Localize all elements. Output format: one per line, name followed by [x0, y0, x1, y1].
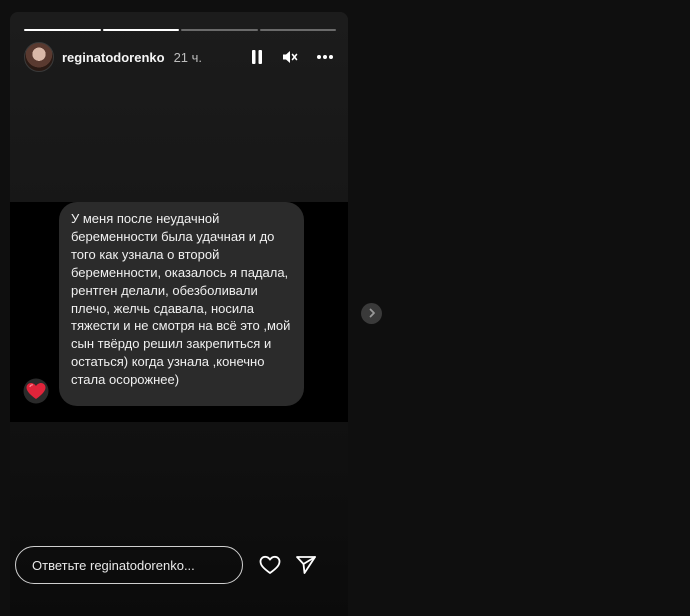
story-panel[interactable]: reginatodorenko 21 ч. У меня после неуда…	[10, 12, 348, 616]
heart-icon	[23, 378, 49, 404]
progress-segment	[102, 29, 179, 31]
header-actions	[250, 49, 334, 65]
reply-actions	[259, 555, 317, 575]
next-story-button[interactable]	[361, 303, 382, 324]
progress-segment	[259, 29, 336, 31]
story-header: reginatodorenko 21 ч.	[24, 42, 336, 72]
chevron-right-icon	[368, 305, 376, 323]
more-icon[interactable]	[316, 54, 334, 60]
story-media-lower	[10, 422, 348, 616]
story-progress-bar	[24, 29, 336, 31]
author-username[interactable]: reginatodorenko	[62, 50, 165, 65]
message-bubble: У меня после неудачной беременности была…	[59, 202, 304, 406]
send-icon[interactable]	[295, 555, 317, 575]
progress-segment	[24, 29, 101, 31]
like-heart-icon[interactable]	[259, 555, 281, 575]
avatar[interactable]	[24, 42, 54, 72]
mute-icon[interactable]	[282, 49, 298, 65]
story-top-area	[10, 12, 348, 202]
progress-segment	[181, 29, 258, 31]
story-media: У меня после неудачной беременности была…	[10, 202, 348, 422]
post-time: 21 ч.	[173, 49, 203, 65]
reply-input[interactable]	[15, 546, 243, 584]
reply-bar	[15, 545, 325, 585]
story-viewer: reginatodorenko 21 ч. У меня после неуда…	[0, 0, 690, 616]
pause-icon[interactable]	[250, 49, 264, 65]
